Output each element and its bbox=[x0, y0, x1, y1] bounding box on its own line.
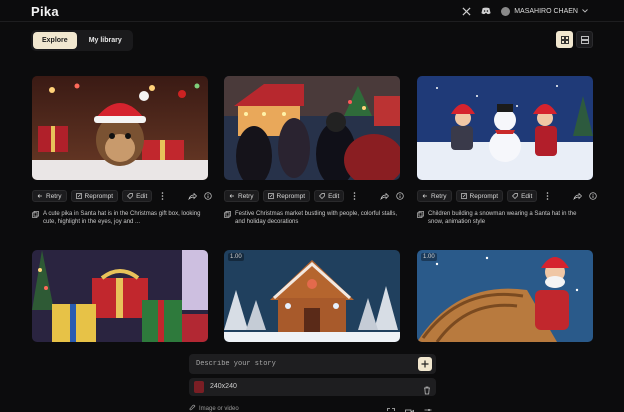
video-thumbnail[interactable] bbox=[224, 76, 400, 180]
retry-icon bbox=[229, 193, 235, 199]
resolution-label: 240x240 bbox=[210, 383, 237, 390]
card-actions: Retry Reprompt Edit bbox=[32, 190, 214, 202]
share-button[interactable] bbox=[186, 190, 198, 202]
pika-logo[interactable]: Pika bbox=[31, 4, 59, 19]
tab-explore[interactable]: Explore bbox=[33, 32, 77, 49]
x-twitter-icon[interactable] bbox=[462, 6, 471, 16]
caption-text: Festive Christmas market bustling with p… bbox=[235, 211, 398, 225]
grid-icon bbox=[560, 31, 569, 49]
reprompt-button[interactable]: Reprompt bbox=[455, 190, 504, 202]
info-button[interactable] bbox=[202, 190, 214, 202]
media-thumbnail[interactable] bbox=[194, 381, 204, 393]
video-thumbnail[interactable]: 1.00 bbox=[224, 250, 400, 342]
paperclip-icon bbox=[189, 404, 196, 412]
expand-icon[interactable] bbox=[387, 403, 395, 412]
view-tabs: Explore My library bbox=[31, 30, 133, 51]
edit-pencil-icon bbox=[267, 193, 274, 199]
discord-icon[interactable] bbox=[481, 7, 491, 15]
share-icon bbox=[573, 187, 582, 205]
info-button[interactable] bbox=[394, 190, 406, 202]
copy-icon[interactable] bbox=[417, 211, 424, 226]
more-button[interactable] bbox=[541, 190, 553, 202]
video-thumbnail[interactable] bbox=[417, 76, 593, 180]
reprompt-label: Reprompt bbox=[469, 192, 499, 200]
edit-label: Edit bbox=[136, 192, 148, 200]
reprompt-button[interactable]: Reprompt bbox=[70, 190, 119, 202]
edit-pencil-icon bbox=[75, 193, 82, 199]
user-menu[interactable]: MASAHIRO CHAEN bbox=[501, 6, 588, 16]
composer-tools: Image or video bbox=[189, 402, 436, 412]
layout-toggle bbox=[556, 31, 593, 48]
reprompt-label: Reprompt bbox=[276, 192, 306, 200]
plus-icon bbox=[421, 355, 429, 373]
more-vertical-icon bbox=[546, 187, 549, 205]
retry-icon bbox=[37, 193, 43, 199]
card-caption: Children building a snowman wearing a Sa… bbox=[417, 210, 593, 226]
trash-icon[interactable] bbox=[423, 382, 431, 400]
prompt-box bbox=[189, 354, 436, 374]
top-right-controls: MASAHIRO CHAEN bbox=[462, 4, 588, 18]
avatar bbox=[501, 6, 511, 16]
more-button[interactable] bbox=[156, 190, 168, 202]
duration-label: 1.00 bbox=[228, 253, 244, 261]
edit-button[interactable]: Edit bbox=[122, 190, 153, 202]
tag-icon bbox=[127, 193, 133, 199]
share-icon bbox=[380, 187, 389, 205]
reprompt-button[interactable]: Reprompt bbox=[262, 190, 311, 202]
info-button[interactable] bbox=[587, 190, 599, 202]
retry-label: Retry bbox=[238, 192, 254, 200]
info-icon bbox=[396, 187, 404, 205]
more-vertical-icon bbox=[161, 187, 164, 205]
more-button[interactable] bbox=[348, 190, 360, 202]
video-thumbnail[interactable] bbox=[32, 250, 208, 342]
tab-my-library[interactable]: My library bbox=[80, 32, 131, 49]
story-prompt-input[interactable] bbox=[189, 354, 414, 374]
edit-pencil-icon bbox=[460, 193, 467, 199]
duration-label: 1.00 bbox=[421, 253, 437, 261]
reprompt-label: Reprompt bbox=[84, 192, 114, 200]
tool-icons bbox=[387, 403, 432, 412]
card-caption: A cute pika in Santa hat is in the Chris… bbox=[32, 210, 208, 226]
more-vertical-icon bbox=[353, 187, 356, 205]
image-or-video-label: Image or video bbox=[199, 405, 239, 412]
video-thumbnail[interactable] bbox=[32, 76, 208, 180]
chevron-down-icon bbox=[582, 9, 588, 13]
edit-button[interactable]: Edit bbox=[314, 190, 345, 202]
video-thumbnail[interactable]: 1.00 bbox=[417, 250, 593, 342]
edit-label: Edit bbox=[328, 192, 340, 200]
retry-label: Retry bbox=[46, 192, 62, 200]
attached-media-row: 240x240 bbox=[189, 378, 436, 396]
image-or-video-button[interactable]: Image or video bbox=[189, 404, 239, 412]
retry-button[interactable]: Retry bbox=[224, 190, 259, 202]
share-button[interactable] bbox=[571, 190, 583, 202]
retry-icon bbox=[422, 193, 428, 199]
share-icon bbox=[188, 187, 197, 205]
list-view-button[interactable] bbox=[576, 31, 593, 48]
retry-button[interactable]: Retry bbox=[32, 190, 67, 202]
generate-button[interactable] bbox=[418, 357, 432, 371]
edit-label: Edit bbox=[521, 192, 533, 200]
top-bar: Pika MASAHIRO CHAEN bbox=[0, 0, 624, 22]
retry-button[interactable]: Retry bbox=[417, 190, 452, 202]
copy-icon[interactable] bbox=[224, 211, 231, 226]
card-actions: Retry Reprompt Edit bbox=[417, 190, 599, 202]
info-icon bbox=[204, 187, 212, 205]
video-camera-icon[interactable] bbox=[405, 403, 414, 412]
edit-button[interactable]: Edit bbox=[507, 190, 538, 202]
tag-icon bbox=[512, 193, 518, 199]
retry-label: Retry bbox=[431, 192, 447, 200]
user-name: MASAHIRO CHAEN bbox=[514, 7, 578, 15]
list-icon bbox=[580, 31, 589, 49]
share-button[interactable] bbox=[378, 190, 390, 202]
card-actions: Retry Reprompt Edit bbox=[224, 190, 406, 202]
grid-view-button[interactable] bbox=[556, 31, 573, 48]
info-icon bbox=[589, 187, 597, 205]
sliders-icon[interactable] bbox=[424, 403, 432, 412]
card-caption: Festive Christmas market bustling with p… bbox=[224, 210, 400, 226]
caption-text: Children building a snowman wearing a Sa… bbox=[428, 211, 577, 225]
copy-icon[interactable] bbox=[32, 211, 39, 226]
tag-icon bbox=[319, 193, 325, 199]
caption-text: A cute pika in Santa hat is in the Chris… bbox=[43, 211, 201, 225]
